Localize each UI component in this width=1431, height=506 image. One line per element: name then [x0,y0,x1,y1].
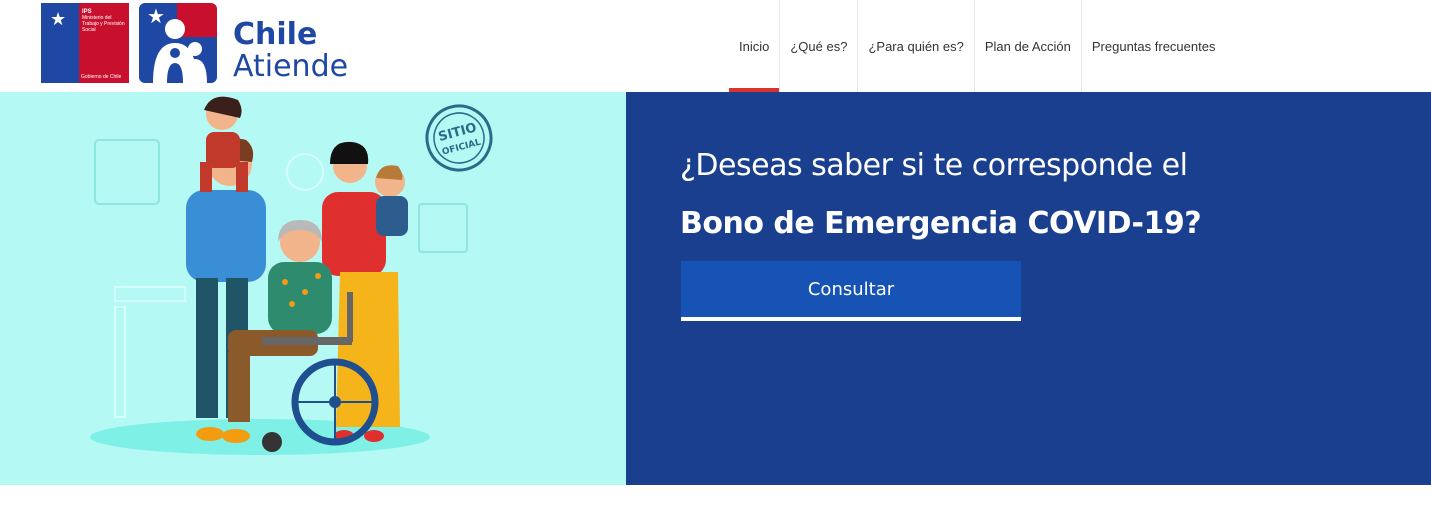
hero-question-line1: ¿Deseas saber si te corresponde el [680,148,1188,183]
sitio-oficial-badge: SITIO OFICIAL [425,104,493,172]
nav-item-que-es[interactable]: ¿Qué es? [780,0,859,92]
family-icon [153,19,207,83]
chileatiende-wordmark[interactable]: Chile Atiende [233,18,348,84]
chileatiende-logo-mark[interactable]: ★ [139,3,217,83]
family-illustration: SITIO OFICIAL [90,96,493,455]
nav-item-inicio[interactable]: Inicio [729,0,781,92]
nav-item-para-quien-es[interactable]: ¿Para quién es? [858,0,975,92]
chile-star-icon: ★ [50,9,67,29]
hero-question-line2: Bono de Emergencia COVID-19? [680,206,1202,241]
brand-line2: Atiende [233,49,349,84]
consultar-button[interactable]: Consultar [681,261,1021,321]
ips-logo[interactable]: ★ IPS Ministerio del Trabajo y Previsión… [41,3,129,83]
site-header: ★ IPS Ministerio del Trabajo y Previsión… [0,0,1431,92]
nav-item-preguntas-frecuentes[interactable]: Preguntas frecuentes [1082,0,1226,92]
main-nav: Inicio ¿Qué es? ¿Para quién es? Plan de … [729,0,1225,92]
nav-item-plan-de-accion[interactable]: Plan de Acción [975,0,1082,92]
ips-ministry: Ministerio del Trabajo y Previsión Socia… [82,15,125,33]
hero-illustration: SITIO OFICIAL [0,92,626,485]
hero-panel: ¿Deseas saber si te corresponde el Bono … [626,92,1431,485]
brand-line1: Chile [233,17,318,52]
gobierno-label: Gobierno de Chile [81,74,122,80]
